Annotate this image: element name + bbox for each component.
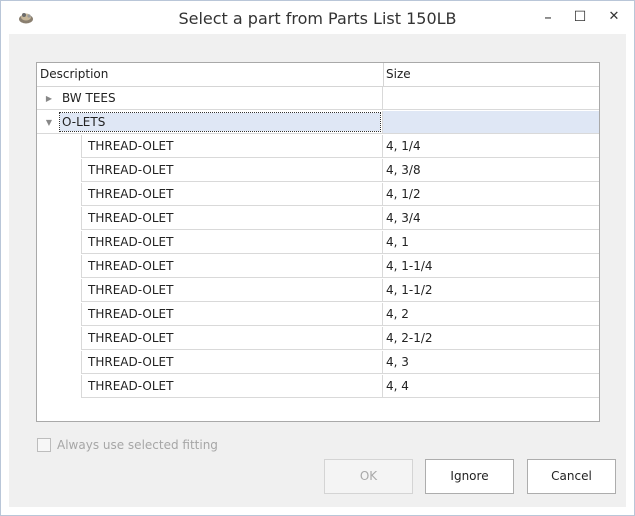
size-cell: 4, 1-1/2 xyxy=(383,279,599,302)
size-cell: 4, 1/4 xyxy=(383,135,599,158)
maximize-icon[interactable]: ☐ xyxy=(566,5,594,29)
dialog-client: Description Size ▶ BW TEES ▼ O-LETS THRE… xyxy=(9,34,626,507)
close-icon[interactable]: ✕ xyxy=(600,5,628,29)
ignore-button[interactable]: Ignore xyxy=(425,459,514,494)
size-cell: 4, 3/8 xyxy=(383,159,599,182)
group-size-cell xyxy=(383,87,599,110)
table-row[interactable]: THREAD-OLET 4, 2 xyxy=(37,303,599,327)
group-label: O-LETS xyxy=(59,112,381,132)
table-row[interactable]: THREAD-OLET 4, 1/2 xyxy=(37,183,599,207)
row-indent xyxy=(37,231,81,255)
group-size-cell xyxy=(383,111,599,134)
row-indent xyxy=(37,183,81,207)
title-bar[interactable]: Select a part from Parts List 150LB – ☐ … xyxy=(1,1,634,34)
row-indent xyxy=(37,255,81,279)
cancel-button[interactable]: Cancel xyxy=(527,459,616,494)
row-indent xyxy=(37,279,81,303)
description-cell: THREAD-OLET xyxy=(81,375,383,398)
description-cell: THREAD-OLET xyxy=(81,135,383,158)
size-cell: 4, 2-1/2 xyxy=(383,327,599,350)
row-indent xyxy=(37,327,81,351)
column-header-size[interactable]: Size xyxy=(383,63,598,86)
row-indent xyxy=(37,207,81,231)
table-row[interactable]: THREAD-OLET 4, 1 xyxy=(37,231,599,255)
table-row[interactable]: THREAD-OLET 4, 1-1/2 xyxy=(37,279,599,303)
size-cell: 4, 4 xyxy=(383,375,599,398)
table-row[interactable]: THREAD-OLET 4, 1/4 xyxy=(37,135,599,159)
description-cell: THREAD-OLET xyxy=(81,159,383,182)
size-cell: 4, 1 xyxy=(383,231,599,254)
table-row[interactable]: THREAD-OLET 4, 4 xyxy=(37,375,599,399)
description-cell: THREAD-OLET xyxy=(81,255,383,278)
description-cell: THREAD-OLET xyxy=(81,327,383,350)
table-row[interactable]: THREAD-OLET 4, 2-1/2 xyxy=(37,327,599,351)
parts-grid[interactable]: Description Size ▶ BW TEES ▼ O-LETS THRE… xyxy=(36,62,600,422)
size-cell: 4, 1-1/4 xyxy=(383,255,599,278)
minimize-icon[interactable]: – xyxy=(534,5,562,29)
size-cell: 4, 3/4 xyxy=(383,207,599,230)
collapse-arrow-icon[interactable]: ▼ xyxy=(43,111,55,134)
description-cell: THREAD-OLET xyxy=(81,207,383,230)
description-cell: THREAD-OLET xyxy=(81,351,383,374)
row-indent xyxy=(37,351,81,375)
row-indent xyxy=(37,303,81,327)
group-label: BW TEES xyxy=(62,91,116,105)
row-indent xyxy=(37,135,81,159)
table-row[interactable]: THREAD-OLET 4, 3/8 xyxy=(37,159,599,183)
dialog-window: Select a part from Parts List 150LB – ☐ … xyxy=(0,0,635,516)
row-indent xyxy=(37,375,81,399)
always-use-checkbox[interactable] xyxy=(37,438,51,452)
table-row[interactable]: THREAD-OLET 4, 3/4 xyxy=(37,207,599,231)
size-cell: 4, 1/2 xyxy=(383,183,599,206)
size-cell: 4, 3 xyxy=(383,351,599,374)
description-cell: THREAD-OLET xyxy=(81,231,383,254)
description-cell: THREAD-OLET xyxy=(81,279,383,302)
description-cell: THREAD-OLET xyxy=(81,183,383,206)
ok-button[interactable]: OK xyxy=(324,459,413,494)
group-row-bw-tees[interactable]: ▶ BW TEES xyxy=(37,87,599,111)
expand-arrow-icon[interactable]: ▶ xyxy=(43,87,55,110)
table-row[interactable]: THREAD-OLET 4, 1-1/4 xyxy=(37,255,599,279)
description-cell: THREAD-OLET xyxy=(81,303,383,326)
size-cell: 4, 2 xyxy=(383,303,599,326)
always-use-label: Always use selected fitting xyxy=(57,438,218,452)
table-row[interactable]: THREAD-OLET 4, 3 xyxy=(37,351,599,375)
column-header-description[interactable]: Description xyxy=(37,63,384,86)
group-row-o-lets[interactable]: ▼ O-LETS xyxy=(37,111,599,135)
grid-header: Description Size xyxy=(37,63,599,87)
row-indent xyxy=(37,159,81,183)
